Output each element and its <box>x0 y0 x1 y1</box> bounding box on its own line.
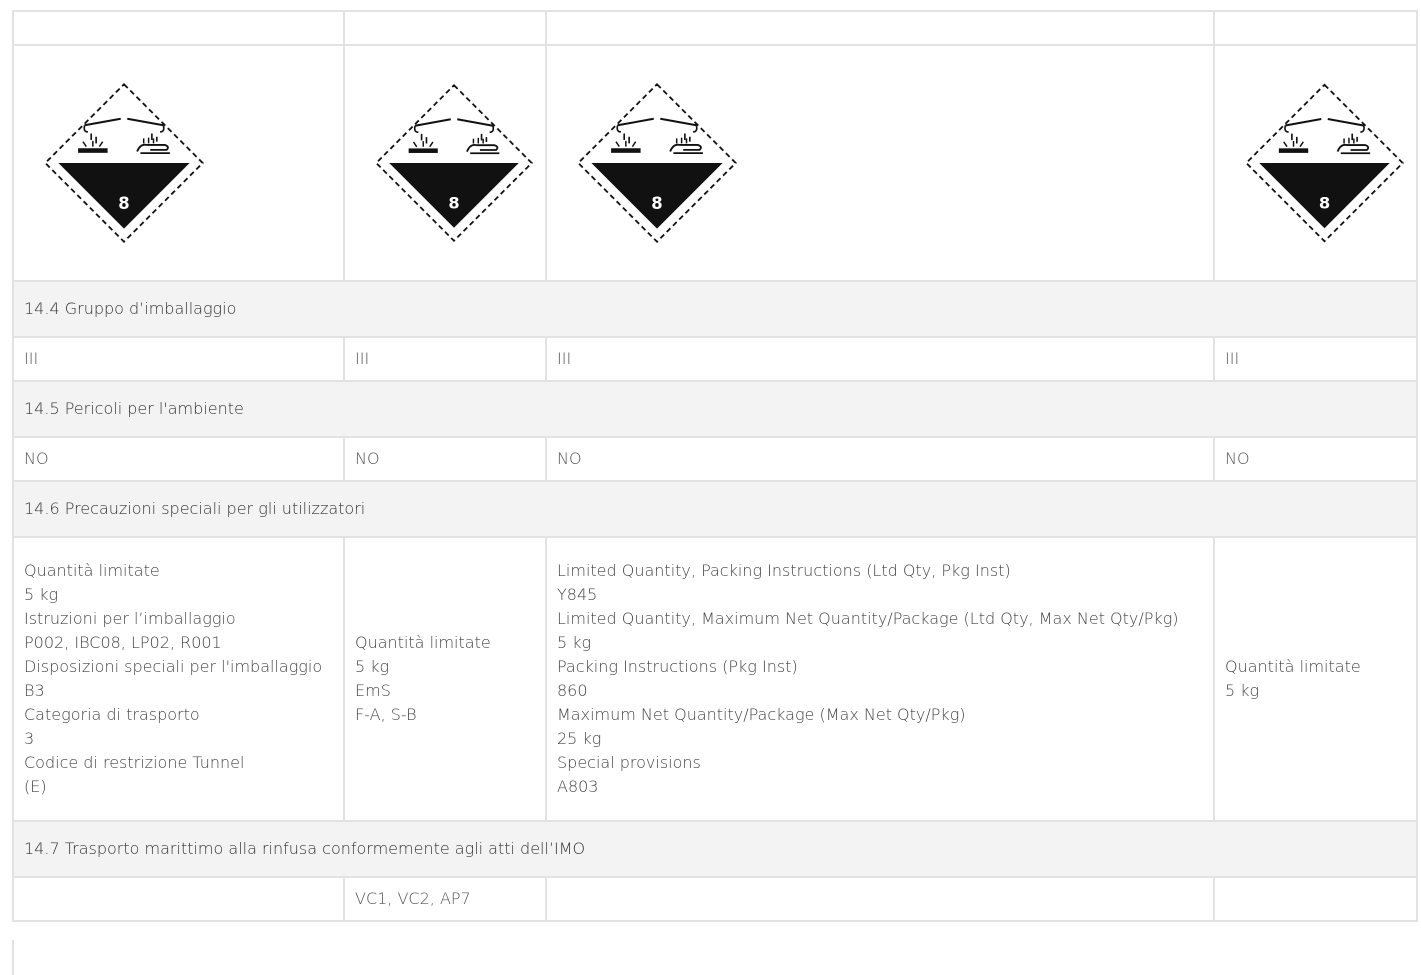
precaution-line: Packing Instructions (Pkg Inst) <box>557 657 798 676</box>
packing-group-row: III III III III <box>12 336 1418 382</box>
empty-cell <box>12 10 345 46</box>
precaution-line: Categoria di trasporto <box>24 705 200 724</box>
section-header-row: 14.6 Precauzioni speciali per gli utiliz… <box>12 480 1418 538</box>
pictogram-cell: 8 <box>12 44 345 282</box>
imo-bulk-value: VC1, VC2, AP7 <box>343 876 547 922</box>
pictogram-cell: 8 <box>1213 44 1418 282</box>
precaution-line: Quantità limitate <box>24 561 160 580</box>
corrosive-class-8-diamond-icon: 8 <box>374 83 534 243</box>
empty-cell <box>545 10 1215 46</box>
pictogram-cell: 8 <box>545 44 1215 282</box>
corrosive-class-8-diamond-icon: 8 <box>577 83 737 243</box>
corrosive-class-8-diamond-icon: 8 <box>44 83 204 243</box>
class-number-label: 8 <box>651 194 662 213</box>
precaution-line: P002, IBC08, LP02, R001 <box>24 633 222 652</box>
precaution-line: Y845 <box>557 585 598 604</box>
transport-info-table: 8 8 8 8 14.4 Gruppo d’imballaggio III II… <box>12 10 1418 922</box>
precaution-line: 25 kg <box>557 729 602 748</box>
precaution-line: 5 kg <box>557 633 592 652</box>
class-number-label: 8 <box>118 194 129 213</box>
precaution-line: Limited Quantity, Maximum Net Quantity/P… <box>557 609 1179 628</box>
class-number-label: 8 <box>448 193 459 212</box>
table-top-row <box>12 10 1418 46</box>
table-continuation-border <box>12 940 14 975</box>
precaution-line: Limited Quantity, Packing Instructions (… <box>557 561 1011 580</box>
precaution-line: 5 kg <box>24 585 59 604</box>
precaution-line: (E) <box>24 777 47 796</box>
precaution-line: Special provisions <box>557 753 701 772</box>
empty-cell <box>343 10 547 46</box>
environment-hazard-value: NO <box>545 436 1215 482</box>
section-heading-14-7: 14.7 Trasporto marittimo alla rinfusa co… <box>12 820 1418 878</box>
section-heading-14-5: 14.5 Pericoli per l'ambiente <box>12 380 1418 438</box>
packing-group-value: III <box>343 336 547 382</box>
environment-hazard-value: NO <box>12 436 345 482</box>
precaution-line: Quantità limitate <box>355 633 491 652</box>
precaution-line: B3 <box>24 681 45 700</box>
class-number-label: 8 <box>1319 194 1330 213</box>
precaution-line: Quantità limitate <box>1225 657 1361 676</box>
packing-group-value: III <box>545 336 1215 382</box>
imo-bulk-value <box>545 876 1215 922</box>
imo-bulk-value <box>1213 876 1418 922</box>
precaution-line: Disposizioni speciali per l'imballaggio <box>24 657 323 676</box>
special-precautions-row: Quantità limitate 5 kg Istruzioni per l’… <box>12 536 1418 822</box>
precaution-line: 3 <box>24 729 35 748</box>
pictogram-row: 8 8 8 8 <box>12 44 1418 282</box>
environment-hazard-value: NO <box>1213 436 1418 482</box>
precautions-cell-iata: Limited Quantity, Packing Instructions (… <box>545 536 1215 822</box>
precautions-cell-imdg: Quantità limitate 5 kg EmS F-A, S-B <box>343 536 547 822</box>
precaution-line: 5 kg <box>1225 681 1260 700</box>
precaution-line: Codice di restrizione Tunnel <box>24 753 245 772</box>
precaution-line: 860 <box>557 681 588 700</box>
imo-bulk-value <box>12 876 345 922</box>
section-header-row: 14.5 Pericoli per l'ambiente <box>12 380 1418 438</box>
packing-group-value: III <box>1213 336 1418 382</box>
packing-group-value: III <box>12 336 345 382</box>
corrosive-class-8-diamond-icon: 8 <box>1244 83 1405 243</box>
empty-cell <box>1213 10 1418 46</box>
section-heading-14-6: 14.6 Precauzioni speciali per gli utiliz… <box>12 480 1418 538</box>
precautions-cell-adn: Quantità limitate 5 kg <box>1213 536 1418 822</box>
imo-bulk-row: VC1, VC2, AP7 <box>12 876 1418 922</box>
pictogram-cell: 8 <box>343 44 547 282</box>
precaution-line: Istruzioni per l’imballaggio <box>24 609 236 628</box>
section-header-row: 14.7 Trasporto marittimo alla rinfusa co… <box>12 820 1418 878</box>
precaution-line: EmS <box>355 681 391 700</box>
precautions-cell-adr: Quantità limitate 5 kg Istruzioni per l’… <box>12 536 345 822</box>
precaution-line: Maximum Net Quantity/Package (Max Net Qt… <box>557 705 966 724</box>
precaution-line: F-A, S-B <box>355 705 417 724</box>
section-heading-14-4: 14.4 Gruppo d’imballaggio <box>12 280 1418 338</box>
precaution-line: A803 <box>557 777 599 796</box>
precaution-line: 5 kg <box>355 657 390 676</box>
environment-hazard-value: NO <box>343 436 547 482</box>
section-header-row: 14.4 Gruppo d’imballaggio <box>12 280 1418 338</box>
environment-hazard-row: NO NO NO NO <box>12 436 1418 482</box>
